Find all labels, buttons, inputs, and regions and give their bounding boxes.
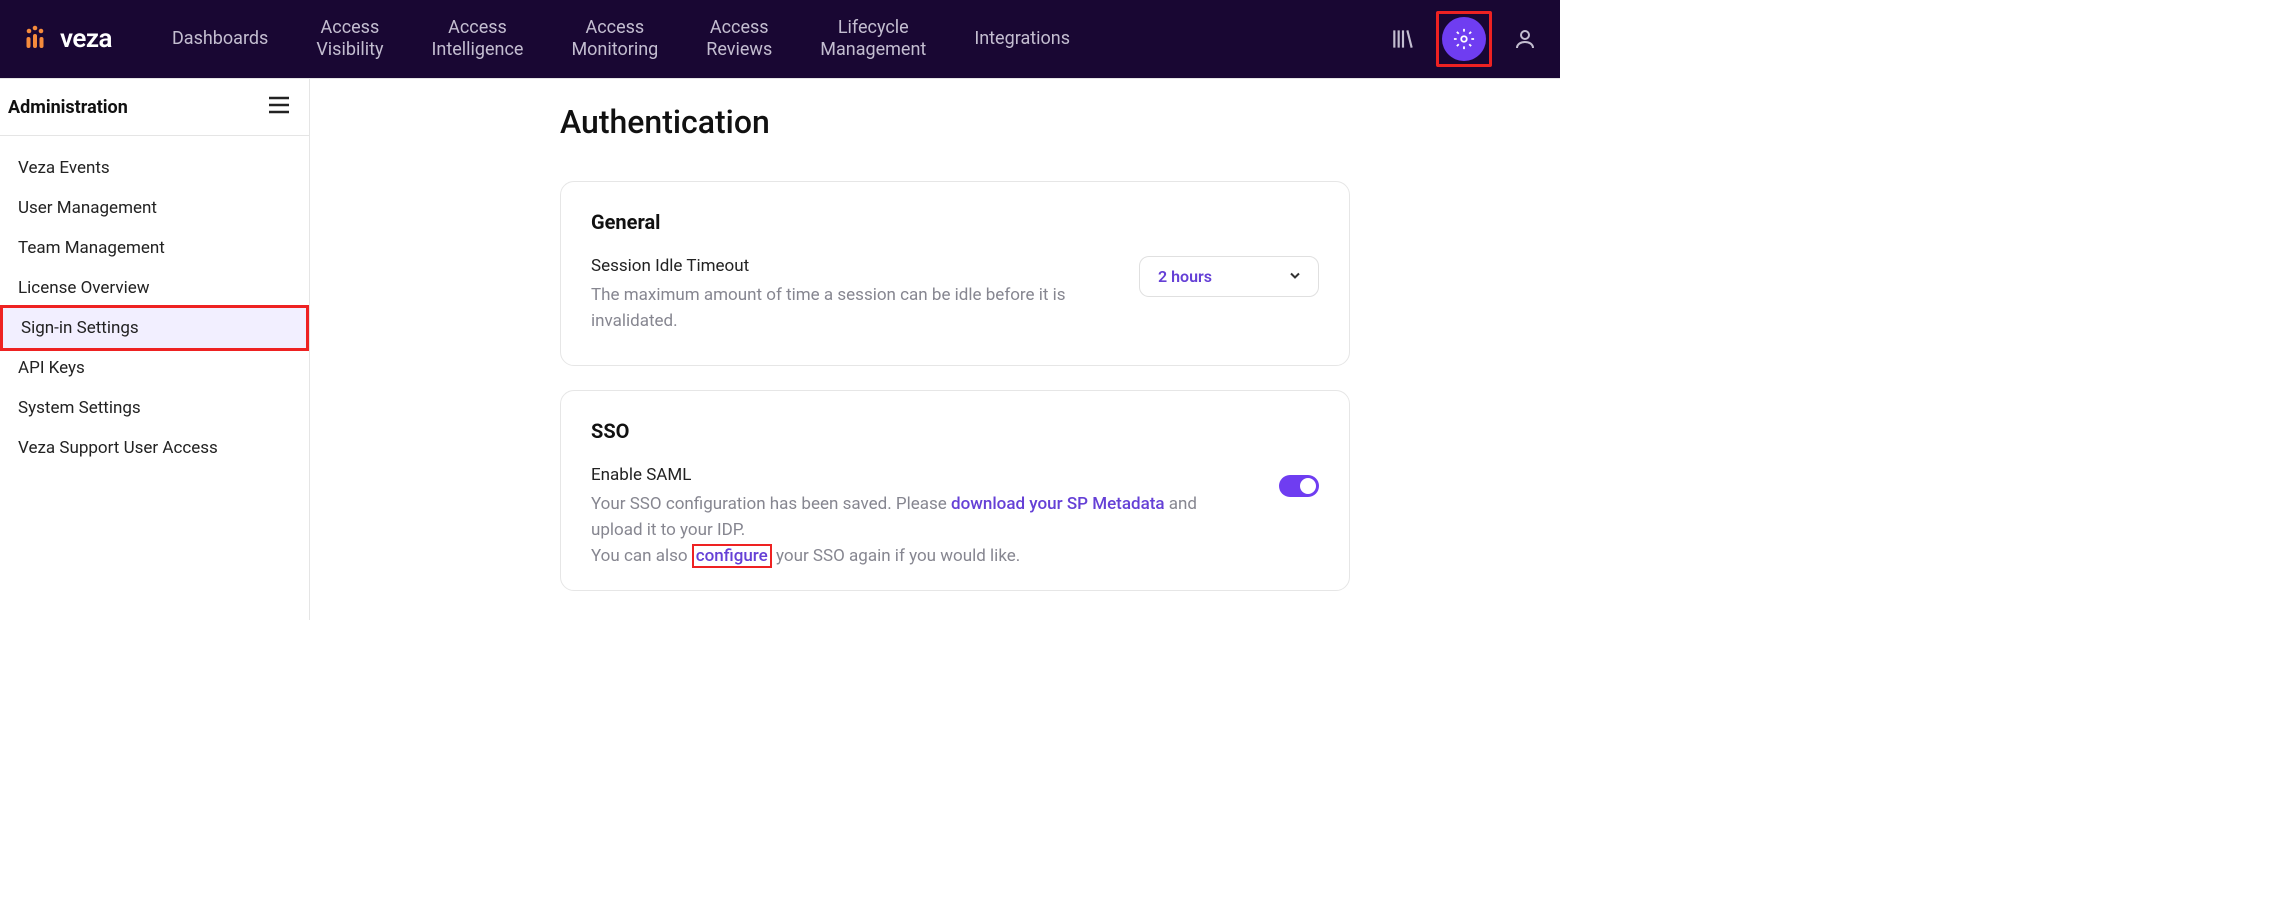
logo[interactable]: veza bbox=[20, 24, 112, 54]
settings-button[interactable] bbox=[1442, 17, 1486, 61]
sso-desc-text: Your SSO configuration has been saved. P… bbox=[591, 494, 951, 514]
card-sso: SSO Enable SAML Your SSO configuration h… bbox=[560, 390, 1350, 591]
enable-saml-toggle[interactable] bbox=[1279, 475, 1319, 497]
gear-icon bbox=[1453, 28, 1475, 50]
sidebar: Administration Veza Events User Manageme… bbox=[0, 79, 310, 620]
user-icon[interactable] bbox=[1510, 24, 1540, 54]
sidebar-toggle-icon[interactable] bbox=[267, 95, 291, 119]
sso-desc2-text: You can also bbox=[591, 546, 692, 566]
card-general: General Session Idle Timeout The maximum… bbox=[560, 181, 1350, 366]
enable-saml-desc2: You can also configure your SSO again if… bbox=[591, 543, 1249, 569]
session-timeout-select[interactable]: 2 hours bbox=[1139, 256, 1319, 297]
session-timeout-label: Session Idle Timeout bbox=[591, 256, 1109, 276]
nav-access-reviews[interactable]: Access Reviews bbox=[706, 17, 772, 62]
nav-lifecycle-management[interactable]: Lifecycle Management bbox=[820, 17, 926, 62]
configure-sso-link[interactable]: configure bbox=[692, 544, 772, 568]
sidebar-item-license-overview[interactable]: License Overview bbox=[0, 268, 309, 308]
main-content: Authentication General Session Idle Time… bbox=[310, 79, 1560, 620]
card-general-title: General bbox=[591, 210, 1319, 234]
nav-access-visibility[interactable]: Access Visibility bbox=[316, 17, 383, 62]
sso-desc2-text2: your SSO again if you would like. bbox=[772, 546, 1021, 566]
sidebar-items: Veza Events User Management Team Managem… bbox=[0, 136, 309, 480]
download-sp-metadata-link[interactable]: download your SP Metadata bbox=[951, 494, 1165, 514]
page-title: Authentication bbox=[560, 103, 1520, 141]
chevron-down-icon bbox=[1288, 267, 1302, 286]
nav-dashboards[interactable]: Dashboards bbox=[172, 28, 268, 51]
sidebar-item-api-keys[interactable]: API Keys bbox=[0, 348, 309, 388]
logo-text: veza bbox=[60, 24, 112, 54]
sidebar-title: Administration bbox=[8, 97, 128, 118]
sidebar-item-user-management[interactable]: User Management bbox=[0, 188, 309, 228]
nav-access-intelligence[interactable]: Access Intelligence bbox=[431, 17, 523, 62]
session-timeout-desc: The maximum amount of time a session can… bbox=[591, 282, 1109, 335]
sidebar-item-signin-settings[interactable]: Sign-in Settings bbox=[0, 305, 309, 351]
nav-access-monitoring[interactable]: Access Monitoring bbox=[571, 17, 658, 62]
enable-saml-label: Enable SAML bbox=[591, 465, 1249, 485]
settings-button-highlight bbox=[1436, 11, 1492, 67]
enable-saml-desc1: Your SSO configuration has been saved. P… bbox=[591, 491, 1249, 544]
library-icon[interactable] bbox=[1388, 24, 1418, 54]
card-sso-title: SSO bbox=[591, 419, 1319, 443]
nav-integrations[interactable]: Integrations bbox=[974, 28, 1070, 51]
app-header: veza Dashboards Access Visibility Access… bbox=[0, 0, 1560, 78]
sidebar-item-support-access[interactable]: Veza Support User Access bbox=[0, 428, 309, 468]
sidebar-item-veza-events[interactable]: Veza Events bbox=[0, 148, 309, 188]
sidebar-item-system-settings[interactable]: System Settings bbox=[0, 388, 309, 428]
logo-mark-icon bbox=[20, 24, 50, 54]
header-actions bbox=[1388, 11, 1540, 67]
main-nav: Dashboards Access Visibility Access Inte… bbox=[172, 17, 1368, 62]
sidebar-header: Administration bbox=[0, 79, 309, 136]
sidebar-item-team-management[interactable]: Team Management bbox=[0, 228, 309, 268]
session-timeout-value: 2 hours bbox=[1158, 267, 1212, 286]
